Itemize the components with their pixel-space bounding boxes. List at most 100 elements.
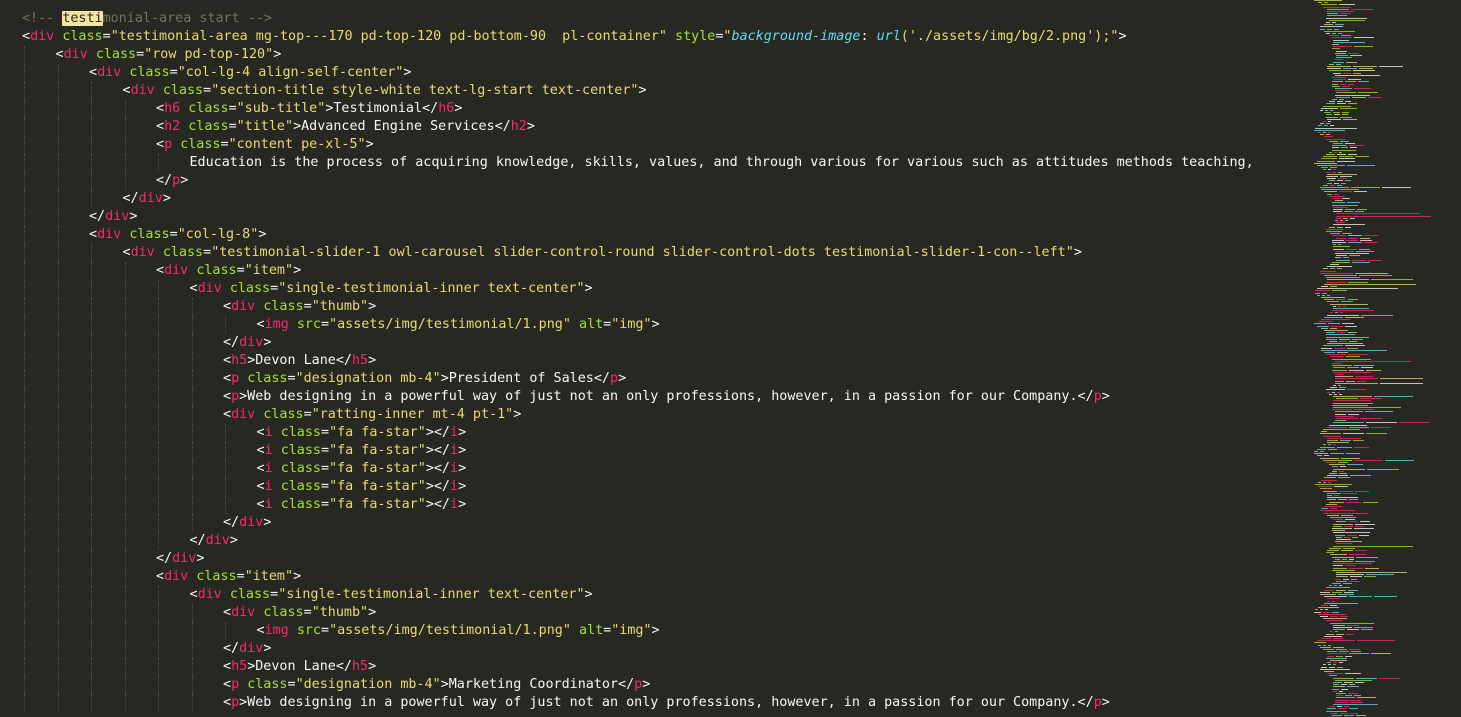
code-line[interactable]: </div> <box>0 550 1300 568</box>
code-line[interactable]: </div> <box>0 190 1300 208</box>
code-line[interactable]: <p class="content pe-xl-5"> <box>0 136 1300 154</box>
minimap-line <box>1329 63 1334 65</box>
indent-guide <box>24 316 25 334</box>
code-editor[interactable]: <!-- testimonial-area start --> <div clas… <box>0 0 1461 717</box>
indent-guide <box>124 262 126 280</box>
code-line[interactable]: <i class="fa fa-star"></i> <box>0 424 1300 442</box>
indent-guide <box>24 496 25 514</box>
code-line[interactable]: <div class="testimonial-area mg-top---17… <box>0 28 1300 46</box>
code-token: < <box>223 389 232 404</box>
code-line[interactable]: </div> <box>0 532 1300 550</box>
minimap-line <box>1332 583 1341 584</box>
minimap-line <box>1360 237 1370 239</box>
code-line[interactable]: <p>Web designing in a powerful way of ju… <box>0 694 1300 712</box>
code-token: > <box>263 335 272 350</box>
code-line[interactable]: <div class="col-lg-4 align-self-center"> <box>0 64 1300 82</box>
code-token: i <box>450 443 459 458</box>
minimap-line <box>1356 715 1366 716</box>
minimap-line <box>1320 594 1336 595</box>
minimap-line <box>1323 490 1337 492</box>
minimap-line <box>1364 242 1378 243</box>
code-line[interactable]: <div class="item"> <box>0 262 1300 280</box>
code-line[interactable]: <i class="fa fa-star"></i> <box>0 478 1300 496</box>
code-line[interactable]: <div class="row pd-top-120"> <box>0 46 1300 64</box>
minimap-line <box>1333 523 1353 525</box>
code-line[interactable]: <p class="designation mb-4">President of… <box>0 370 1300 388</box>
code-line-text: <h2 class="title">Advanced Engine Servic… <box>156 118 535 136</box>
minimap-line <box>1340 13 1351 15</box>
code-line[interactable]: <div class="ratting-inner mt-4 pt-1"> <box>0 406 1300 424</box>
code-line[interactable]: <img src="assets/img/testimonial/1.png" … <box>0 316 1300 334</box>
minimap-line <box>1338 305 1341 307</box>
code-token: > <box>584 281 593 296</box>
code-line[interactable]: </div> <box>0 208 1300 226</box>
code-line[interactable]: <h5>Devon Lane</h5> <box>0 658 1300 676</box>
minimap-line <box>1349 145 1364 147</box>
indent-guide <box>57 460 59 478</box>
code-area[interactable]: <!-- testimonial-area start --> <div clas… <box>0 10 1300 712</box>
code-token: > <box>1101 695 1110 710</box>
code-line[interactable]: <div class="section-title style-white te… <box>0 82 1300 100</box>
code-line[interactable]: <div class="thumb"> <box>0 604 1300 622</box>
minimap-line <box>1332 204 1358 206</box>
minimap-line <box>1332 171 1336 173</box>
code-token: src <box>296 317 321 332</box>
minimap-line <box>1326 281 1346 283</box>
code-line[interactable]: </div> <box>0 514 1300 532</box>
code-line[interactable]: </p> <box>0 172 1300 190</box>
minimap-line <box>1328 481 1331 483</box>
code-line[interactable]: <h5>Devon Lane</h5> <box>0 352 1300 370</box>
code-token: img <box>264 317 289 332</box>
minimap-line <box>1354 37 1374 39</box>
minimap-line <box>1327 266 1352 268</box>
minimap-line <box>1330 125 1334 127</box>
minimap-line <box>1341 550 1353 551</box>
code-line[interactable]: </div> <box>0 640 1300 658</box>
minimap-line <box>1359 68 1373 70</box>
minimap-line <box>1345 81 1356 83</box>
code-line-text: Education is the process of acquiring kn… <box>190 154 1254 172</box>
code-token: < <box>189 281 198 296</box>
code-line[interactable]: <div class="single-testimonial-inner tex… <box>0 586 1300 604</box>
code-line[interactable]: <div class="item"> <box>0 568 1300 586</box>
minimap-line <box>1344 211 1353 213</box>
code-line[interactable]: <div class="testimonial-slider-1 owl-car… <box>0 244 1300 262</box>
code-line[interactable]: <!-- testimonial-area start --> <box>0 10 1300 28</box>
minimap-line <box>1333 61 1344 63</box>
indent-guide <box>158 352 159 370</box>
code-token: >Advanced Engine Services</ <box>293 119 511 134</box>
code-line[interactable]: <div class="thumb"> <box>0 298 1300 316</box>
code-line[interactable]: <div class="single-testimonial-inner tex… <box>0 280 1300 298</box>
code-line[interactable]: <h2 class="title">Advanced Engine Servic… <box>0 118 1300 136</box>
minimap[interactable] <box>1310 0 1461 717</box>
minimap-line <box>1317 448 1326 450</box>
code-line[interactable]: <h6 class="sub-title">Testimonial</h6> <box>0 100 1300 118</box>
minimap-line <box>1318 481 1321 483</box>
minimap-line <box>1332 77 1346 78</box>
minimap-line <box>1333 684 1339 686</box>
code-token: < <box>156 569 165 584</box>
minimap-line <box>1335 679 1372 681</box>
indent-guide <box>57 388 59 406</box>
minimap-line <box>1333 211 1342 213</box>
minimap-line <box>1332 48 1340 50</box>
minimap-line <box>1335 360 1411 362</box>
code-line[interactable]: Education is the process of acquiring kn… <box>0 154 1300 172</box>
code-line[interactable]: <div class="col-lg-8"> <box>0 226 1300 244</box>
minimap-line <box>1337 154 1346 155</box>
minimap-line <box>1339 387 1346 389</box>
code-line[interactable]: <img src="assets/img/testimonial/1.png" … <box>0 622 1300 640</box>
minimap-line <box>1333 246 1350 248</box>
code-line[interactable]: <i class="fa fa-star"></i> <box>0 460 1300 478</box>
minimap-line <box>1347 347 1358 349</box>
code-line[interactable]: <p>Web designing in a powerful way of ju… <box>0 388 1300 406</box>
code-line[interactable]: </div> <box>0 334 1300 352</box>
minimap-line <box>1323 649 1334 650</box>
minimap-line <box>1336 213 1420 215</box>
code-line[interactable]: <p class="designation mb-4">Marketing Co… <box>0 676 1300 694</box>
code-token: h6 <box>438 101 455 116</box>
code-line[interactable]: <i class="fa fa-star"></i> <box>0 442 1300 460</box>
code-token: "testimonial-area mg-top---170 pd-top-12… <box>110 29 667 44</box>
code-line[interactable]: <i class="fa fa-star"></i> <box>0 496 1300 514</box>
